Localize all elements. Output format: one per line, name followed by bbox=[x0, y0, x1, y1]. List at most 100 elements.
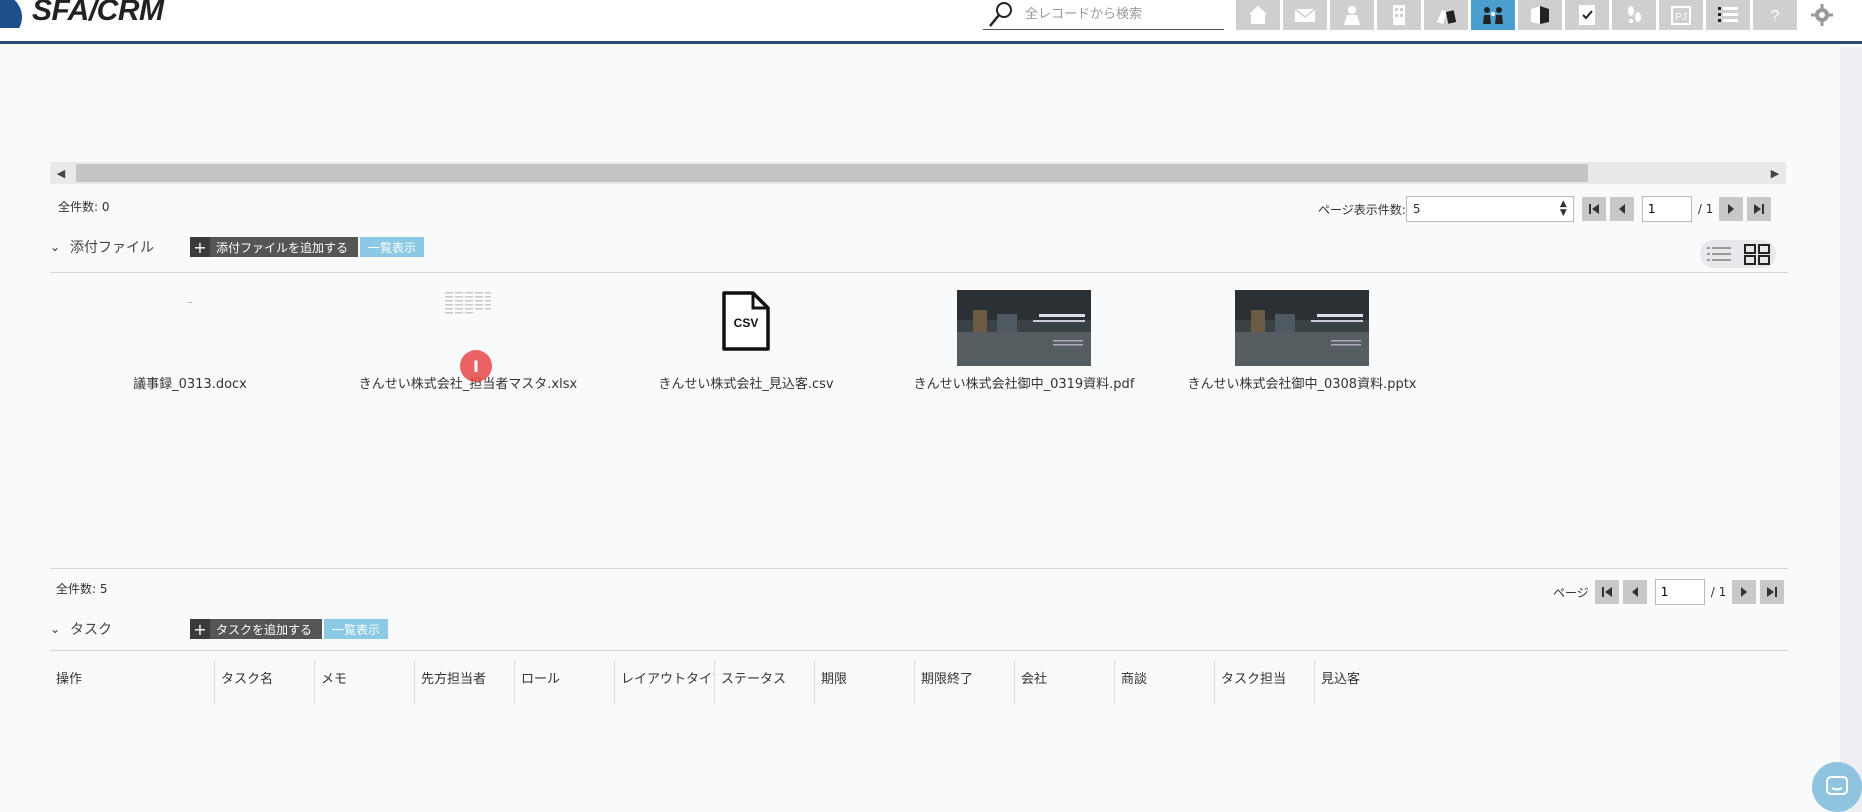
help-icon: ? bbox=[1771, 8, 1780, 25]
plus-icon: + bbox=[190, 619, 210, 639]
first-page-icon bbox=[1588, 204, 1599, 214]
logo-text: SFA/CRM bbox=[32, 0, 164, 27]
next-page-button[interactable] bbox=[1719, 197, 1744, 221]
file-tile[interactable]: きんせい株式会社_担当者マスタ.xlsx bbox=[348, 290, 588, 400]
file-tile[interactable]: きんせい株式会社御中_0319資料.pdf bbox=[904, 290, 1144, 400]
tasks-section-header: ⌄ タスク + タスクを追加する 一覧表示 bbox=[50, 618, 389, 640]
file-tile[interactable]: CSV きんせい株式会社_見込客.csv bbox=[626, 290, 866, 400]
cursor-indicator: I bbox=[460, 350, 492, 382]
column-header[interactable]: ロール bbox=[515, 660, 615, 704]
file-name: きんせい株式会社_見込客.csv bbox=[658, 377, 834, 392]
main-nav: PJ ? bbox=[1236, 0, 1847, 30]
book-icon bbox=[1531, 6, 1549, 24]
file-tile[interactable]: きんせい株式会社御中_0308資料.pptx bbox=[1182, 290, 1422, 400]
chat-icon bbox=[1826, 776, 1848, 795]
page-number-input[interactable] bbox=[1654, 579, 1705, 605]
last-page-icon bbox=[1767, 587, 1778, 597]
nav-project-button[interactable]: PJ bbox=[1659, 0, 1703, 30]
column-header[interactable]: 期限 bbox=[815, 660, 915, 704]
collapse-chevron-icon[interactable]: ⌄ bbox=[50, 622, 64, 636]
last-page-button[interactable] bbox=[1747, 197, 1772, 221]
nav-help-button[interactable]: ? bbox=[1753, 0, 1797, 30]
list-icon bbox=[1718, 7, 1738, 22]
logo-mark bbox=[0, 0, 22, 28]
first-page-icon bbox=[1601, 587, 1612, 597]
project-icon: PJ bbox=[1671, 6, 1691, 25]
next-page-button[interactable] bbox=[1732, 580, 1757, 604]
prev-page-button[interactable] bbox=[1622, 580, 1647, 604]
divider bbox=[50, 650, 1788, 651]
search-input[interactable] bbox=[1025, 2, 1215, 26]
nav-settings-button[interactable] bbox=[1800, 0, 1844, 30]
column-header[interactable]: ステータス bbox=[715, 660, 815, 704]
scroll-right-arrow-icon[interactable]: ▶ bbox=[1764, 162, 1786, 184]
column-header[interactable]: 見込客 bbox=[1315, 660, 1415, 704]
nav-activity-button[interactable] bbox=[1612, 0, 1656, 30]
view-toggle bbox=[1700, 240, 1776, 268]
search-icon[interactable] bbox=[987, 0, 1015, 28]
column-header[interactable]: 会社 bbox=[1015, 660, 1115, 704]
nav-list-button[interactable] bbox=[1706, 0, 1750, 30]
scroll-left-arrow-icon[interactable]: ◀ bbox=[50, 162, 72, 184]
column-header[interactable]: レイアウトタイプ bbox=[615, 660, 715, 704]
horizontal-scrollbar[interactable]: ◀ ▶ bbox=[50, 162, 1786, 184]
attachments-section-header: ⌄ 添付ファイル + 添付ファイルを追加する 一覧表示 bbox=[50, 236, 425, 258]
nav-person-button[interactable] bbox=[1330, 0, 1374, 30]
divider bbox=[50, 568, 1788, 569]
next-page-icon bbox=[1741, 587, 1748, 597]
page-label: ページ bbox=[1553, 585, 1589, 600]
pdf-thumbnail bbox=[957, 290, 1091, 366]
column-header[interactable]: メモ bbox=[315, 660, 415, 704]
grid-view-icon[interactable] bbox=[1743, 243, 1771, 265]
app-logo[interactable]: SFA/CRM bbox=[0, 0, 164, 28]
first-page-button[interactable] bbox=[1581, 197, 1606, 221]
svg-text:?: ? bbox=[1771, 8, 1780, 25]
tasks-list-view-button[interactable]: 一覧表示 bbox=[324, 619, 389, 639]
tasks-title: タスク bbox=[70, 622, 112, 638]
nav-book-button[interactable] bbox=[1518, 0, 1562, 30]
per-page-select[interactable]: 5 ▲ ▼ bbox=[1405, 196, 1574, 222]
home-icon bbox=[1249, 6, 1267, 24]
column-header[interactable]: タスク名 bbox=[215, 660, 315, 704]
add-task-button[interactable]: + タスクを追加する bbox=[190, 619, 323, 639]
gear-icon bbox=[1811, 4, 1833, 26]
chat-launcher-button[interactable] bbox=[1812, 762, 1862, 812]
add-attachment-button[interactable]: + 添付ファイルを追加する bbox=[190, 237, 359, 257]
total-pages: / 1 bbox=[1710, 585, 1727, 599]
last-page-button[interactable] bbox=[1760, 580, 1785, 604]
nav-deal-button[interactable] bbox=[1424, 0, 1468, 30]
nav-home-button[interactable] bbox=[1236, 0, 1280, 30]
collapse-chevron-icon[interactable]: ⌄ bbox=[50, 240, 64, 254]
file-tile[interactable]: 議事録_0313.docx bbox=[70, 290, 310, 400]
list-view-icon[interactable] bbox=[1705, 244, 1733, 264]
file-name: きんせい株式会社御中_0308資料.pptx bbox=[1187, 377, 1417, 392]
nav-company-button[interactable] bbox=[1377, 0, 1421, 30]
record-count: 全件数: 0 bbox=[58, 200, 110, 214]
nav-contacts-button[interactable] bbox=[1471, 0, 1515, 30]
column-header[interactable]: 操作 bbox=[50, 660, 215, 704]
page-number-input[interactable] bbox=[1641, 196, 1692, 222]
column-header[interactable]: 商談 bbox=[1115, 660, 1215, 704]
task-check-icon bbox=[1579, 5, 1595, 25]
last-page-icon bbox=[1754, 204, 1765, 214]
nav-mail-button[interactable] bbox=[1283, 0, 1327, 30]
column-header[interactable]: 期限終了 bbox=[915, 660, 1015, 704]
scrollbar-thumb[interactable] bbox=[76, 164, 1588, 182]
prev-page-icon bbox=[1631, 587, 1638, 597]
contacts-icon bbox=[1483, 7, 1503, 24]
column-header[interactable]: タスク担当 bbox=[1215, 660, 1315, 704]
prev-page-button[interactable] bbox=[1609, 197, 1634, 221]
column-header[interactable]: 先方担当者 bbox=[415, 660, 515, 704]
first-page-button[interactable] bbox=[1594, 580, 1619, 604]
add-attachment-label: 添付ファイルを追加する bbox=[216, 240, 349, 255]
next-page-icon bbox=[1728, 204, 1735, 214]
global-search bbox=[983, 0, 1224, 30]
spreadsheet-thumbnail bbox=[445, 292, 491, 314]
prev-page-icon bbox=[1618, 204, 1625, 214]
attachments-list-view-button[interactable]: 一覧表示 bbox=[360, 237, 425, 257]
person-icon bbox=[1344, 6, 1360, 25]
nav-task-button[interactable] bbox=[1565, 0, 1609, 30]
per-page-value: 5 bbox=[1412, 202, 1421, 216]
task-table-header: 操作 タスク名 メモ 先方担当者 ロール レイアウトタイプ ステータス 期限 期… bbox=[50, 660, 1788, 704]
mail-icon bbox=[1294, 8, 1316, 22]
